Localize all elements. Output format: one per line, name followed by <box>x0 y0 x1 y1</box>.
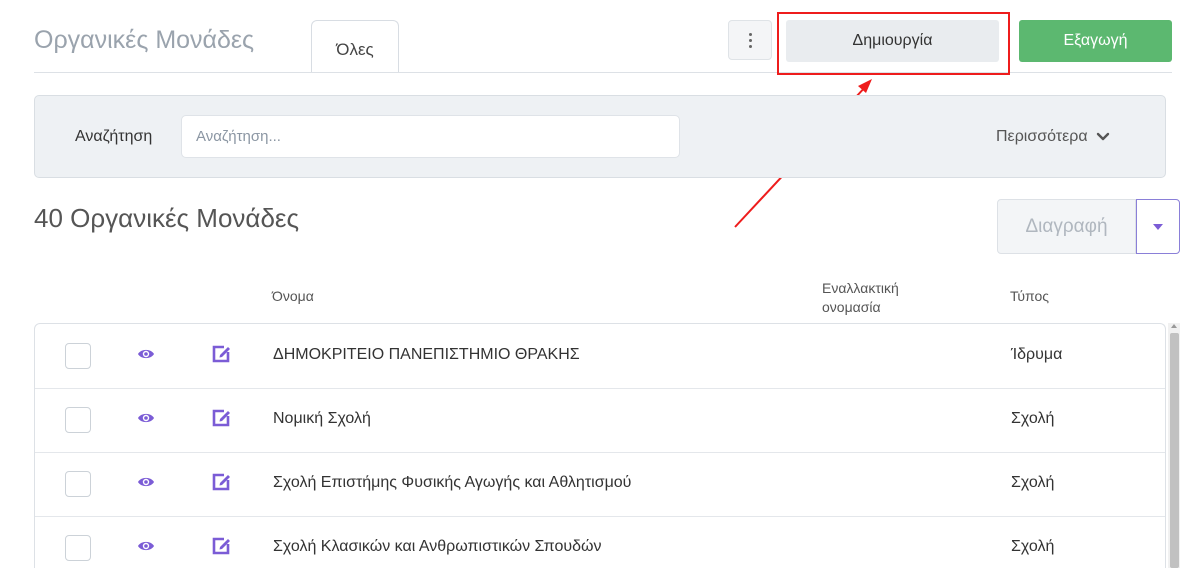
eye-icon[interactable] <box>137 412 155 424</box>
row-name: Νομική Σχολή <box>273 410 371 427</box>
table-row: ΔΗΜΟΚΡΙΤΕΙΟ ΠΑΝΕΠΙΣΤΗΜΙΟ ΘΡΑΚΗΣ Ίδρυμα <box>35 324 1165 389</box>
column-header-alt-name-line1: Εναλλακτική <box>822 280 899 296</box>
table-row: Σχολή Επιστήμης Φυσικής Αγωγής και Αθλητ… <box>35 452 1165 517</box>
column-header-alt-name[interactable]: Εναλλακτική ονομασία <box>822 279 899 317</box>
search-label: Αναζήτηση <box>75 128 153 145</box>
row-type: Σχολή <box>1011 538 1055 555</box>
row-type: Σχολή <box>1011 410 1055 427</box>
edit-icon[interactable] <box>211 472 231 492</box>
delete-options-button[interactable] <box>1136 199 1180 254</box>
eye-icon[interactable] <box>137 540 155 552</box>
caret-down-icon <box>1153 223 1163 230</box>
row-name: ΔΗΜΟΚΡΙΤΕΙΟ ΠΑΝΕΠΙΣΤΗΜΙΟ ΘΡΑΚΗΣ <box>273 346 580 363</box>
more-filters-toggle[interactable]: Περισσότερα <box>996 128 1110 146</box>
more-filters-label: Περισσότερα <box>996 128 1088 145</box>
table-scrollbar-thumb[interactable] <box>1170 333 1179 568</box>
row-checkbox[interactable] <box>65 407 91 433</box>
edit-icon[interactable] <box>211 408 231 428</box>
eye-icon[interactable] <box>137 348 155 360</box>
chevron-down-icon <box>1096 132 1109 141</box>
row-checkbox[interactable] <box>65 535 91 561</box>
row-checkbox[interactable] <box>65 343 91 369</box>
row-name: Σχολή Επιστήμης Φυσικής Αγωγής και Αθλητ… <box>273 474 632 491</box>
column-header-type[interactable]: Τύπος <box>1010 288 1049 304</box>
scroll-up-arrow-icon[interactable] <box>1171 324 1177 328</box>
row-name: Σχολή Κλασικών και Ανθρωπιστικών Σπουδών <box>273 538 602 555</box>
table-row: Σχολή Κλασικών και Ανθρωπιστικών Σπουδών… <box>35 516 1165 568</box>
delete-button[interactable]: Διαγραφή <box>997 199 1136 254</box>
search-input[interactable] <box>181 115 680 158</box>
row-type: Σχολή <box>1011 474 1055 491</box>
row-checkbox[interactable] <box>65 471 91 497</box>
column-header-name[interactable]: Όνομα <box>272 288 314 304</box>
column-header-alt-name-line2: ονομασία <box>822 299 881 315</box>
table-row: Νομική Σχολή Σχολή <box>35 388 1165 453</box>
edit-icon[interactable] <box>211 344 231 364</box>
edit-icon[interactable] <box>211 536 231 556</box>
eye-icon[interactable] <box>137 476 155 488</box>
results-count-heading: 40 Οργανικές Μονάδες <box>34 203 300 233</box>
row-type: Ίδρυμα <box>1011 346 1063 363</box>
results-table: ΔΗΜΟΚΡΙΤΕΙΟ ΠΑΝΕΠΙΣΤΗΜΙΟ ΘΡΑΚΗΣ Ίδρυμα Ν… <box>34 323 1166 568</box>
